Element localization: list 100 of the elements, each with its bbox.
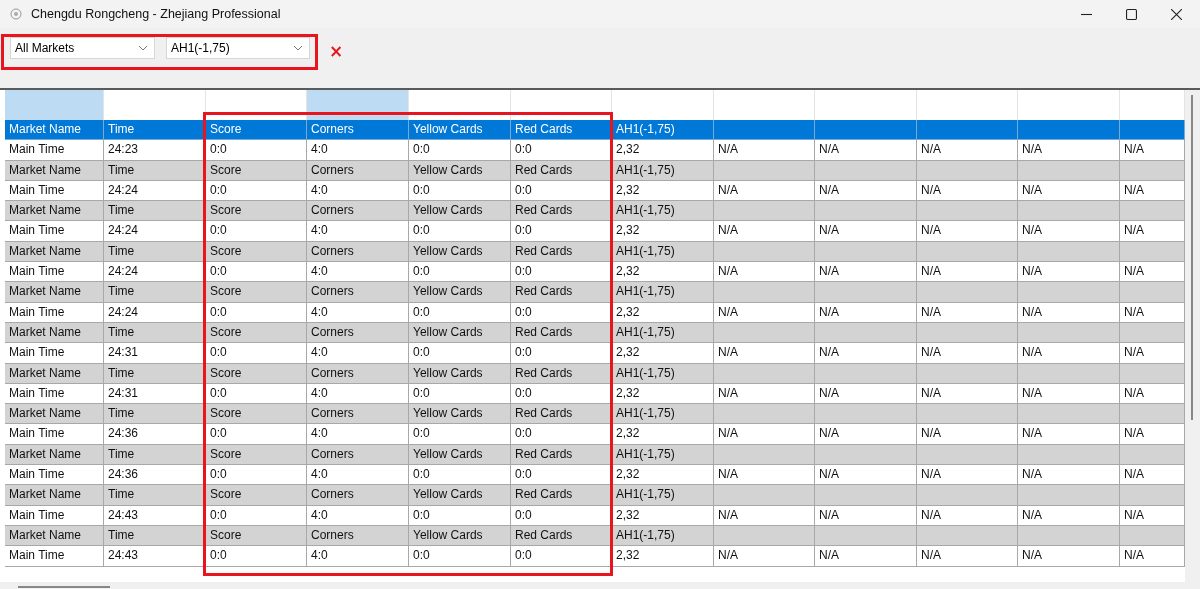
table-cell: Red Cards [511,485,612,506]
table-cell: Score [206,322,307,344]
table-cell: 0:0 [409,424,511,445]
table-cell: 0:0 [409,383,511,405]
table-cell: AH1(-1,75) [612,120,714,141]
table-cell: Main Time [5,302,104,323]
table-cell: Yellow Cards [409,525,511,547]
table-cell: 0:0 [409,343,511,364]
table-cell: 2,32 [612,546,714,567]
market-dropdown[interactable]: AH1(-1,75) [166,37,310,59]
table-cell: Yellow Cards [409,120,511,141]
table-cell: N/A [714,221,815,242]
table-cell: Score [206,201,307,222]
table-cell [1120,201,1185,222]
table-cell: Market Name [5,160,104,181]
table-cell: Main Time [5,424,104,445]
table-cell: N/A [815,505,917,526]
table-cell: Main Time [5,221,104,242]
table-cell: Market Name [5,404,104,425]
table-cell: N/A [1018,546,1120,567]
table-cell: 4:0 [307,505,409,526]
table-cell: Yellow Cards [409,241,511,263]
caret-icon [293,45,303,51]
table-cell: N/A [1018,302,1120,323]
table-cell: 0:0 [206,221,307,242]
table-cell: N/A [815,383,917,405]
table-cell: N/A [1018,140,1120,161]
table-cell: 2,32 [612,140,714,161]
table-cell: Time [104,485,206,506]
table-cell: N/A [1018,505,1120,526]
table-cell: Yellow Cards [409,282,511,303]
table-cell: 0:0 [409,505,511,526]
table-cell: N/A [1120,424,1185,445]
table-cell: Corners [307,485,409,506]
table-cell: Red Cards [511,201,612,222]
table-cell: AH1(-1,75) [612,201,714,222]
table-cell: N/A [1018,343,1120,364]
table-cell: N/A [714,383,815,405]
table-cell: Score [206,120,307,141]
table-cell: Market Name [5,444,104,466]
table-cell: N/A [1120,465,1185,486]
table-cell: Corners [307,282,409,303]
clear-button[interactable]: × [326,42,347,60]
table-cell: Red Cards [511,282,612,303]
table-cell: Score [206,241,307,263]
maximize-icon[interactable] [1126,8,1137,20]
table-cell: N/A [1018,180,1120,202]
table-cell: Corners [307,404,409,425]
table-cell: Corners [307,363,409,384]
table-cell: 0:0 [206,465,307,486]
table-cell: 0:0 [409,180,511,202]
table-cell: N/A [1120,140,1185,161]
table-cell: 0:0 [409,262,511,283]
table-cell: 0:0 [206,262,307,283]
close-icon[interactable] [1171,8,1182,20]
table-cell: N/A [1120,505,1185,526]
table-cell: Corners [307,444,409,466]
table-cell: N/A [1120,383,1185,405]
table-cell: Time [104,201,206,222]
table-cell: N/A [1120,262,1185,283]
table-cell [1120,120,1185,141]
market-dropdown[interactable]: All Markets [10,37,155,59]
table-cell: 0:0 [206,140,307,161]
table-cell: 4:0 [307,140,409,161]
table-cell: 0:0 [409,465,511,486]
table-cell: N/A [714,140,815,161]
table-cell: Corners [307,525,409,547]
table-cell: N/A [815,180,917,202]
table-cell: 2,32 [612,465,714,486]
table-cell: Main Time [5,140,104,161]
table-cell: N/A [917,302,1018,323]
table-cell: 2,32 [612,424,714,445]
table-cell: N/A [815,343,917,364]
table-cell: Time [104,404,206,425]
table-cell: N/A [917,180,1018,202]
table-cell: N/A [1018,465,1120,486]
table-cell: Yellow Cards [409,322,511,344]
table-cell: N/A [815,262,917,283]
table-cell: Yellow Cards [409,404,511,425]
table-cell: N/A [714,465,815,486]
table-cell: 4:0 [307,546,409,567]
table-cell: Score [206,282,307,303]
table-cell: 0:0 [409,302,511,323]
table-cell: Main Time [5,546,104,567]
table-cell: 4:0 [307,180,409,202]
table-cell [1120,444,1185,466]
table-cell: AH1(-1,75) [612,404,714,425]
table-cell: Main Time [5,505,104,526]
table-cell: N/A [1018,262,1120,283]
table-cell: 4:0 [307,262,409,283]
table-cell: N/A [1018,383,1120,405]
app-icon [10,8,22,20]
table-cell: Yellow Cards [409,363,511,384]
table-cell: 0:0 [206,302,307,323]
table-cell: 0:0 [206,424,307,445]
table-cell [1120,282,1185,303]
table-cell: Yellow Cards [409,485,511,506]
table-cell: N/A [815,546,917,567]
table-cell: AH1(-1,75) [612,282,714,303]
table-cell: N/A [714,424,815,445]
